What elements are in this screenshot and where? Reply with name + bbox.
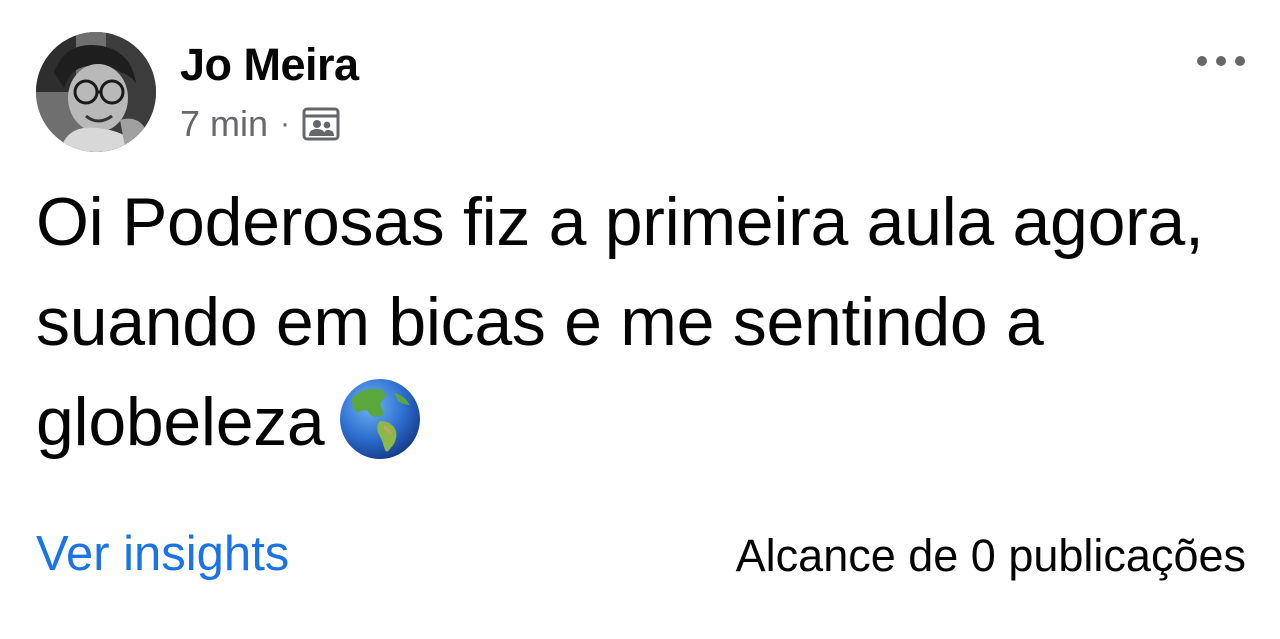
group-audience-icon[interactable]: [302, 105, 340, 143]
ellipsis-icon: [1235, 56, 1245, 66]
ellipsis-icon: [1216, 56, 1226, 66]
profile-photo: [36, 32, 156, 152]
post-reach-text: Alcance de 0 publicações: [735, 530, 1246, 581]
post-card: Jo Meira 7 min · Oi Poderosas fiz a prim…: [0, 0, 1280, 639]
post-meta: 7 min ·: [180, 102, 340, 146]
post-header: Jo Meira 7 min ·: [36, 30, 1256, 152]
meta-separator: ·: [280, 107, 291, 140]
post-body: Oi Poderosas fiz a primeira aula agora, …: [36, 172, 1216, 472]
view-insights-link[interactable]: Ver insights: [36, 524, 289, 584]
globe-americas-icon: [340, 379, 421, 459]
ellipsis-icon: [1197, 56, 1207, 66]
avatar[interactable]: [36, 32, 156, 152]
post-footer: Ver insights Alcance de 0 publicações: [36, 520, 1246, 590]
post-timestamp[interactable]: 7 min: [180, 103, 268, 145]
more-options-button[interactable]: [1186, 46, 1256, 76]
post-text: Oi Poderosas fiz a primeira aula agora, …: [36, 184, 1204, 460]
author-name[interactable]: Jo Meira: [180, 38, 359, 92]
